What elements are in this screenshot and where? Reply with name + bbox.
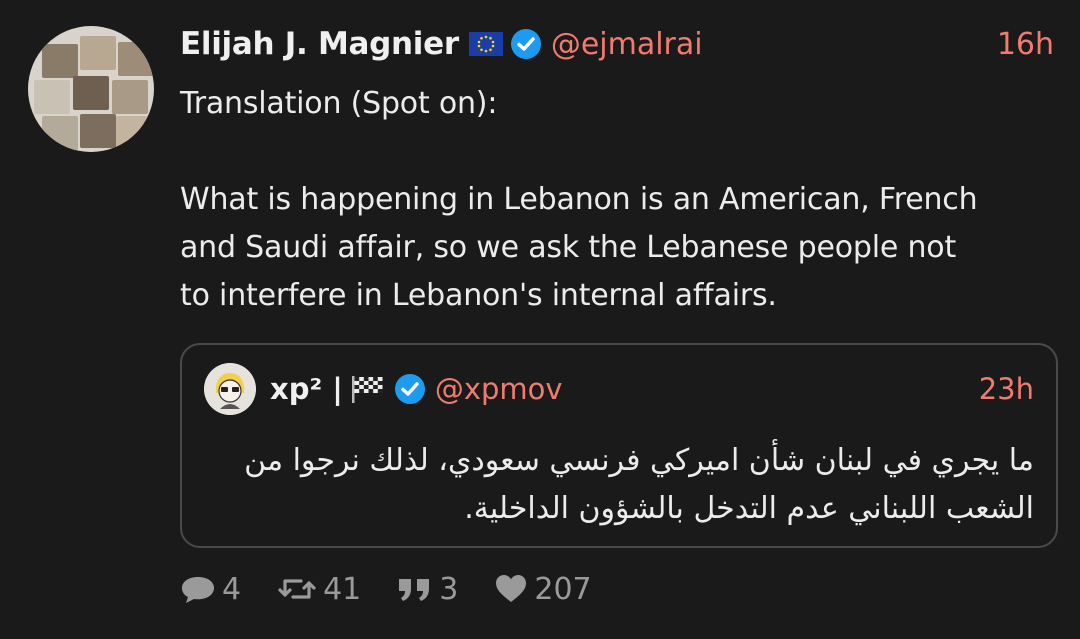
reply-icon xyxy=(180,573,216,605)
checkered-flag-icon xyxy=(349,374,385,404)
quoted-author-display-name[interactable]: xp² | xyxy=(270,372,343,406)
reply-button[interactable]: 4 xyxy=(180,572,241,607)
quoted-tweet-card[interactable]: xp² | @xpmov 23h ما يجري في لبنان شأن ام… xyxy=(180,343,1058,548)
retweet-icon xyxy=(277,573,317,605)
quote-count: 3 xyxy=(439,571,459,607)
quoted-author-avatar[interactable] xyxy=(204,363,256,415)
reply-count: 4 xyxy=(222,571,242,607)
quoted-author-handle[interactable]: @xpmov xyxy=(435,372,563,406)
heart-icon xyxy=(494,573,528,605)
author-display-name[interactable]: Elijah J. Magnier xyxy=(180,26,459,62)
quote-icon xyxy=(397,573,433,605)
tweet-timestamp[interactable]: 16h xyxy=(997,27,1054,62)
tweet-text-line: What is happening in Lebanon is an Ameri… xyxy=(180,182,978,217)
author-handle[interactable]: @ejmalrai xyxy=(551,27,703,62)
like-button[interactable]: 207 xyxy=(494,571,592,607)
tweet-action-bar: 4 41 3 207 xyxy=(180,566,592,612)
quoted-tweet-header: xp² | @xpmov 23h xyxy=(270,365,1034,413)
tweet-text: Translation (Spot on): What is happening… xyxy=(180,80,1060,320)
tweet-text-line: Translation (Spot on): xyxy=(180,86,498,121)
verified-badge-icon xyxy=(510,29,541,59)
quoted-tweet-timestamp[interactable]: 23h xyxy=(979,372,1034,406)
quoted-tweet-text: ما يجري في لبنان شأن اميركي فرنسي سعودي،… xyxy=(214,437,1034,533)
retweet-button[interactable]: 41 xyxy=(277,572,361,607)
quote-tweet-button[interactable]: 3 xyxy=(397,572,458,607)
tweet-text-line: to interfere in Lebanon's internal affai… xyxy=(180,278,777,313)
eu-flag-icon xyxy=(468,32,503,56)
quoted-text-line: ما يجري في لبنان شأن اميركي فرنسي سعودي،… xyxy=(244,443,1034,478)
verified-badge-icon xyxy=(394,374,425,404)
tweet-header: Elijah J. Magnier @ejmalrai 16h xyxy=(180,22,1054,66)
author-avatar[interactable] xyxy=(28,26,154,152)
quoted-text-line: الشعب اللبناني عدم التدخل بالشؤون الداخل… xyxy=(464,491,1034,526)
tweet-text-line: and Saudi affair, so we ask the Lebanese… xyxy=(180,230,957,265)
like-count: 207 xyxy=(534,571,592,607)
retweet-count: 41 xyxy=(323,571,362,607)
